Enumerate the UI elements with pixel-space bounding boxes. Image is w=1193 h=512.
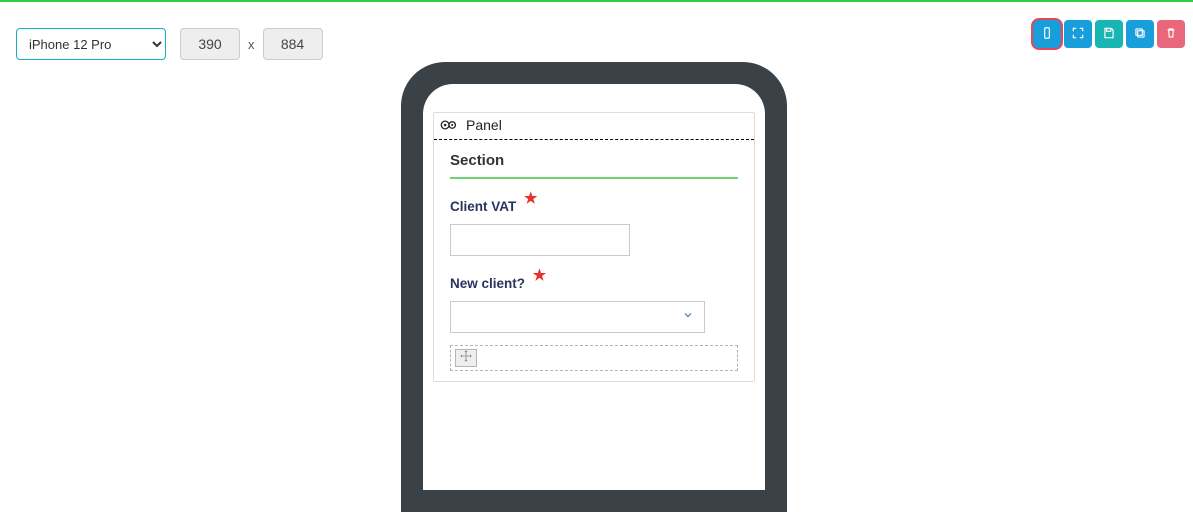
fullscreen-button[interactable] (1064, 20, 1092, 48)
section-title[interactable]: Section (450, 152, 738, 179)
device-screen: Panel Section Client VAT ★ New client? (423, 84, 765, 490)
field-new-client: New client? ★ (450, 274, 738, 333)
field-label-text: Client VAT (450, 199, 516, 214)
height-input[interactable] (263, 28, 323, 60)
panel-container: Panel Section Client VAT ★ New client? (433, 112, 755, 382)
required-star-icon: ★ (533, 267, 546, 284)
required-star-icon: ★ (524, 190, 537, 207)
drop-placeholder[interactable] (450, 345, 738, 371)
toggle-device-button[interactable] (1033, 20, 1061, 48)
delete-button[interactable] (1157, 20, 1185, 48)
panel-header[interactable]: Panel (434, 113, 754, 140)
field-label: Client VAT ★ (450, 197, 533, 215)
move-handle[interactable] (455, 349, 477, 367)
gear-icon (440, 118, 458, 132)
device-toolbar: iPhone 12 Pro x (16, 28, 323, 60)
copy-icon (1133, 26, 1147, 43)
device-select[interactable]: iPhone 12 Pro (16, 28, 166, 60)
width-input[interactable] (180, 28, 240, 60)
device-frame: Panel Section Client VAT ★ New client? (401, 62, 787, 512)
field-label: New client? ★ (450, 274, 542, 292)
top-accent-bar (0, 0, 1193, 2)
new-client-select[interactable] (450, 301, 705, 333)
dimension-separator: x (248, 37, 255, 52)
field-client-vat: Client VAT ★ (450, 197, 738, 256)
copy-button[interactable] (1126, 20, 1154, 48)
trash-icon (1164, 26, 1178, 43)
panel-title: Panel (466, 117, 502, 133)
client-vat-input[interactable] (450, 224, 630, 256)
save-icon (1102, 26, 1116, 43)
field-label-text: New client? (450, 276, 525, 291)
action-toolbar (1033, 20, 1185, 48)
device-icon (1040, 26, 1054, 43)
chevron-down-icon (682, 308, 694, 326)
save-button[interactable] (1095, 20, 1123, 48)
move-icon (459, 349, 473, 368)
fullscreen-icon (1071, 26, 1085, 43)
panel-body: Section Client VAT ★ New client? ★ (434, 140, 754, 381)
dimension-group: x (180, 28, 323, 60)
